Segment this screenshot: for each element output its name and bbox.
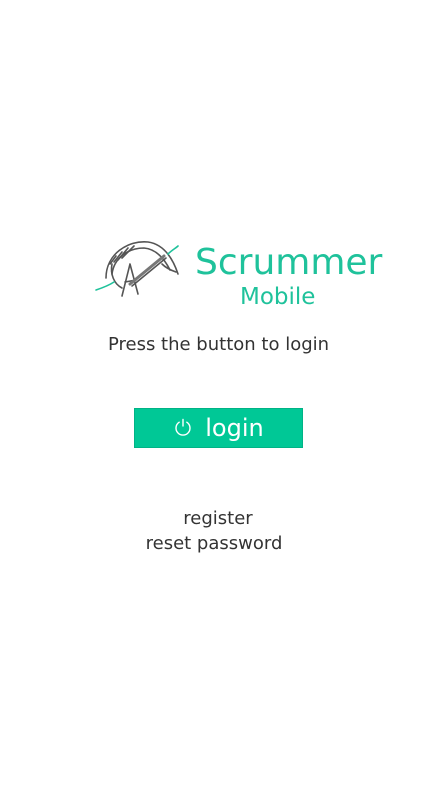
scrummer-logo-icon bbox=[95, 241, 179, 297]
app-title: Scrummer bbox=[195, 242, 383, 283]
login-button[interactable]: login bbox=[134, 408, 303, 448]
power-icon bbox=[175, 418, 191, 436]
app-subtitle: Mobile bbox=[240, 284, 316, 310]
login-button-label: login bbox=[205, 414, 264, 442]
login-prompt: Press the button to login bbox=[107, 334, 330, 355]
reset-password-link[interactable]: reset password bbox=[0, 532, 428, 556]
register-link[interactable]: register bbox=[0, 507, 436, 531]
login-screen: Scrummer Mobile Press the button to logi… bbox=[0, 0, 441, 794]
